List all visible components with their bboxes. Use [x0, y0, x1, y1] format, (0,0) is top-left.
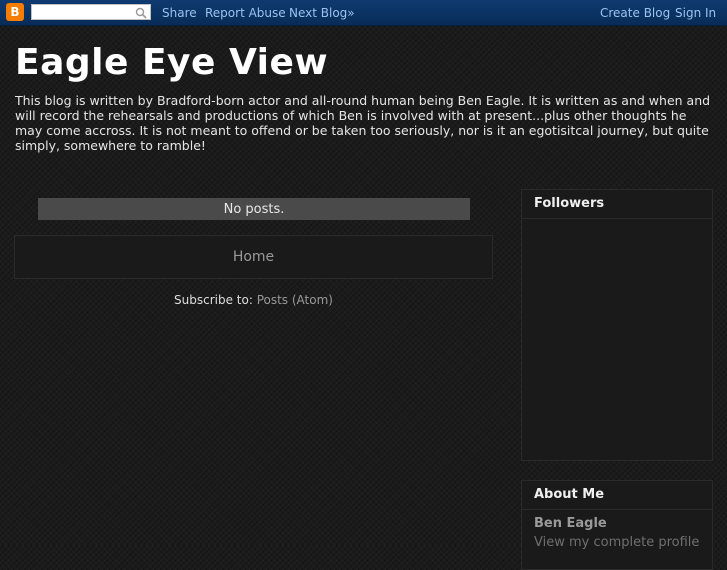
home-link[interactable]: Home	[233, 249, 274, 265]
report-abuse-link[interactable]: Report Abuse	[205, 6, 286, 20]
about-me-widget: About Me Ben Eagle View my complete prof…	[521, 480, 713, 570]
blogger-navbar: B Share Report Abuse Next Blog» Create B…	[0, 0, 727, 26]
navbar-search-box	[31, 4, 151, 20]
profile-name-link[interactable]: Ben Eagle	[522, 510, 712, 531]
followers-title: Followers	[522, 190, 712, 219]
about-me-title: About Me	[522, 481, 712, 510]
blog-description: This blog is written by Bradford-born ac…	[15, 93, 711, 153]
followers-widget: Followers	[521, 189, 713, 461]
create-blog-link[interactable]: Create Blog	[600, 6, 670, 20]
blog-title[interactable]: Eagle Eye View	[15, 42, 328, 83]
blogger-logo-icon[interactable]: B	[6, 3, 24, 21]
subscribe-label: Subscribe to:	[174, 293, 253, 307]
view-profile-link[interactable]: View my complete profile	[522, 531, 712, 550]
share-link[interactable]: Share	[162, 6, 197, 20]
no-posts-message: No posts.	[38, 198, 470, 220]
search-icon[interactable]	[135, 7, 147, 19]
subscribe-line: Subscribe to: Posts (Atom)	[0, 293, 507, 307]
posts-atom-feed-link[interactable]: Posts (Atom)	[257, 293, 333, 307]
next-blog-link[interactable]: Next Blog»	[289, 6, 355, 20]
blog-pager: Home	[14, 235, 493, 279]
sign-in-link[interactable]: Sign In	[675, 6, 716, 20]
blog-search-input[interactable]	[32, 6, 136, 20]
